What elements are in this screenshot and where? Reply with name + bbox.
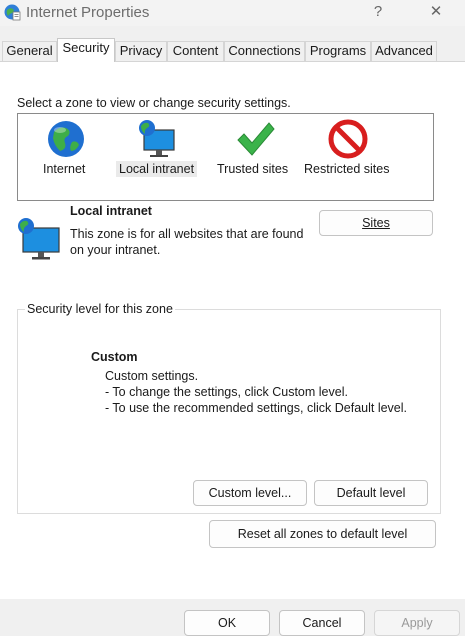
zone-local-intranet[interactable]: Local intranet xyxy=(116,114,204,200)
apply-button-label: Apply xyxy=(401,616,433,630)
ok-button[interactable]: OK xyxy=(184,610,270,636)
tab-strip: General Security Privacy Content Connect… xyxy=(0,38,465,62)
no-entry-icon xyxy=(328,119,368,159)
security-level-line: - To use the recommended settings, click… xyxy=(105,401,407,415)
zone-internet[interactable]: Internet xyxy=(40,114,96,200)
tab-connections[interactable]: Connections xyxy=(224,41,305,61)
tab-content[interactable]: Content xyxy=(167,41,224,61)
tab-privacy[interactable]: Privacy xyxy=(115,41,167,61)
ok-button-label: OK xyxy=(217,616,237,630)
local-intranet-icon xyxy=(18,218,60,260)
cancel-button[interactable]: Cancel xyxy=(279,610,365,636)
zone-trusted-sites-label: Trusted sites xyxy=(217,162,289,176)
monitor-globe-icon xyxy=(139,120,175,157)
reset-all-zones-button[interactable]: Reset all zones to default level xyxy=(209,520,436,548)
security-level-line: Custom settings. xyxy=(105,369,199,383)
help-button[interactable]: ? xyxy=(363,2,393,22)
zone-local-intranet-label: Local intranet xyxy=(116,161,198,177)
checkmark-icon xyxy=(237,122,275,156)
zone-list: Internet Local intranet Trusted sites Re… xyxy=(17,113,434,201)
zone-prompt: Select a zone to view or change security… xyxy=(17,96,291,110)
selected-zone-name: Local intranet xyxy=(70,204,152,218)
internet-options-icon xyxy=(4,4,21,21)
tab-general[interactable]: General xyxy=(2,41,57,61)
close-button[interactable]: ✕ xyxy=(421,2,451,22)
zone-restricted-sites[interactable]: Restricted sites xyxy=(301,114,397,200)
security-level-name: Custom xyxy=(91,350,138,364)
window-title: Internet Properties xyxy=(26,4,150,21)
custom-level-button-label: Custom level... xyxy=(208,486,292,500)
zone-internet-label: Internet xyxy=(43,162,86,176)
selected-zone-description: This zone is for all websites that are f… xyxy=(70,227,304,257)
sites-button[interactable]: Sites xyxy=(319,210,433,236)
globe-icon xyxy=(48,121,84,157)
custom-level-button[interactable]: Custom level... xyxy=(193,480,307,506)
tab-security[interactable]: Security xyxy=(57,38,115,62)
tab-advanced[interactable]: Advanced xyxy=(371,41,437,61)
default-level-button-label: Default level xyxy=(336,486,406,500)
sites-button-label: Sites xyxy=(362,216,390,230)
tab-programs[interactable]: Programs xyxy=(305,41,371,61)
default-level-button[interactable]: Default level xyxy=(314,480,428,506)
security-level-line: - To change the settings, click Custom l… xyxy=(105,385,348,399)
reset-all-zones-button-label: Reset all zones to default level xyxy=(237,527,408,541)
cancel-button-label: Cancel xyxy=(302,616,342,630)
zone-trusted-sites[interactable]: Trusted sites xyxy=(214,114,298,200)
apply-button[interactable]: Apply xyxy=(374,610,460,636)
zone-restricted-sites-label: Restricted sites xyxy=(304,162,390,176)
title-bar: Internet Properties ? ✕ xyxy=(0,0,465,26)
security-level-legend: Security level for this zone xyxy=(25,302,175,316)
security-level-description: Custom settings. - To change the setting… xyxy=(105,368,407,416)
